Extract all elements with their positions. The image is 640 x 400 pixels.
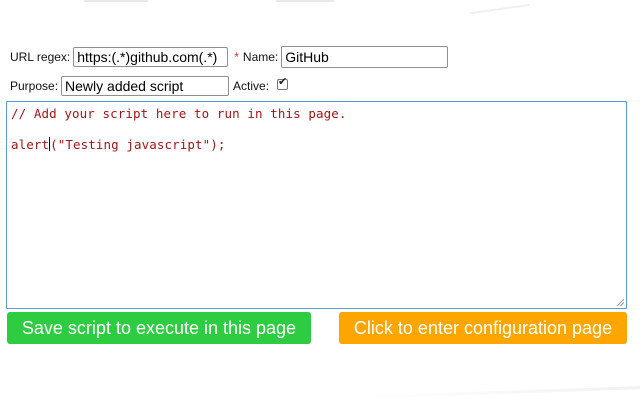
script-editor-page: URL regex: * Name: Purpose: Active: ✔ //… bbox=[0, 0, 640, 400]
decorative-stroke bbox=[276, 0, 334, 2]
active-label: Active: bbox=[233, 79, 270, 93]
code-line-alert: alert("Testing javascript"); bbox=[11, 137, 226, 152]
script-editor[interactable]: // Add your script here to run in this p… bbox=[6, 101, 627, 309]
url-name-row: URL regex: * Name: bbox=[10, 46, 449, 68]
code-token-args: ("Testing javascript"); bbox=[50, 137, 226, 152]
required-mark: * bbox=[234, 50, 239, 64]
active-checkbox[interactable]: ✔ bbox=[277, 75, 289, 90]
decorative-stroke bbox=[470, 3, 530, 15]
decorative-stroke bbox=[84, 0, 148, 2]
code-line-comment: // Add your script here to run in this p… bbox=[11, 106, 347, 121]
name-input[interactable] bbox=[281, 46, 449, 68]
checkmark-icon: ✔ bbox=[278, 75, 288, 88]
purpose-input[interactable] bbox=[61, 76, 230, 96]
decorative-stroke bbox=[360, 386, 640, 399]
resize-handle-icon[interactable] bbox=[616, 298, 624, 306]
url-regex-input[interactable] bbox=[73, 47, 229, 67]
configuration-page-button[interactable]: Click to enter configuration page bbox=[339, 312, 627, 344]
purpose-active-row: Purpose: Active: ✔ bbox=[10, 75, 289, 96]
url-regex-label: URL regex: bbox=[10, 50, 71, 64]
purpose-label: Purpose: bbox=[10, 79, 59, 93]
name-label: Name: bbox=[242, 50, 279, 64]
save-script-button[interactable]: Save script to execute in this page bbox=[7, 312, 311, 344]
code-token-alert: alert bbox=[11, 137, 50, 152]
